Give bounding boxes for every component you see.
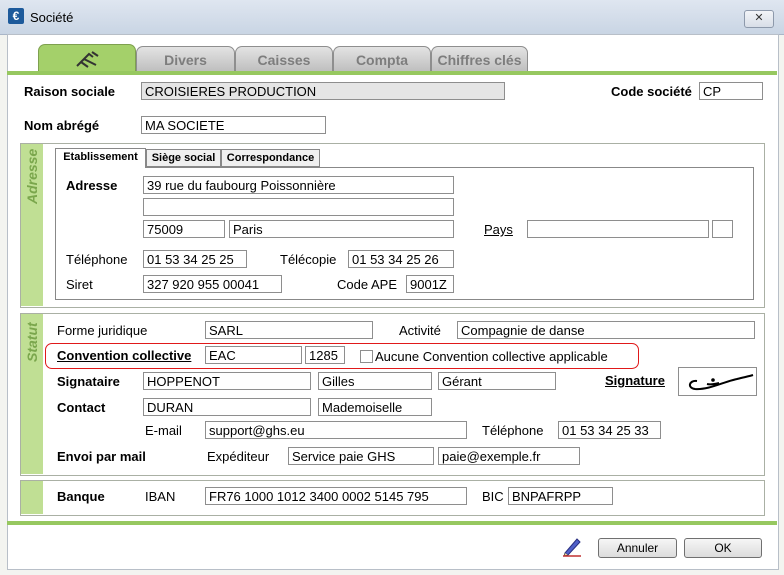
activite-label: Activité xyxy=(399,323,441,338)
siret-label: Siret xyxy=(66,277,93,292)
adresse-line2-field[interactable] xyxy=(143,198,454,216)
contact-civilite-field[interactable]: Mademoiselle xyxy=(318,398,432,416)
convention-link[interactable]: Convention collective xyxy=(57,348,191,363)
telecopie-label: Télécopie xyxy=(280,252,337,267)
siret-field[interactable]: 327 920 955 00041 xyxy=(143,275,282,293)
adresse-line1-field[interactable]: 39 rue du faubourg Poissonnière xyxy=(143,176,454,194)
contact-telephone-field[interactable]: 01 53 34 25 33 xyxy=(558,421,661,439)
subtab-etablissement[interactable]: Etablissement xyxy=(55,148,146,168)
code-societe-field[interactable]: CP xyxy=(699,82,763,100)
activite-field[interactable]: Compagnie de danse xyxy=(457,321,755,339)
signataire-prenom-field[interactable]: Gilles xyxy=(318,372,432,390)
forme-juridique-field[interactable]: SARL xyxy=(205,321,373,339)
telecopie-field[interactable]: 01 53 34 25 26 xyxy=(348,250,454,268)
statut-section-label: Statut xyxy=(24,322,40,362)
tab-general[interactable] xyxy=(38,44,136,73)
code-postal-field[interactable]: 75009 xyxy=(143,220,225,238)
signataire-qualite-field[interactable]: Gérant xyxy=(438,372,556,390)
adresse-label: Adresse xyxy=(66,178,118,193)
contact-label: Contact xyxy=(57,400,106,415)
pencil-icon xyxy=(563,538,581,557)
signature-image[interactable] xyxy=(678,367,757,396)
adresse-section-label: Adresse xyxy=(24,148,40,204)
convention-number-field[interactable]: 1285 xyxy=(305,346,345,364)
bic-label: BIC xyxy=(482,489,504,504)
title-bar xyxy=(0,0,784,35)
signature-drawing xyxy=(689,374,754,391)
subtab-correspondance[interactable]: Correspondance xyxy=(221,149,320,167)
contact-nom-field[interactable]: DURAN xyxy=(143,398,311,416)
convention-code-field[interactable]: EAC xyxy=(205,346,302,364)
tab-caisses[interactable]: Caisses xyxy=(235,46,333,73)
signature-link[interactable]: Signature xyxy=(605,373,665,388)
telephone-field[interactable]: 01 53 34 25 25 xyxy=(143,250,247,268)
forme-juridique-label: Forme juridique xyxy=(57,323,148,338)
aucune-convention-checkbox[interactable] xyxy=(360,350,373,363)
signataire-label: Signataire xyxy=(57,374,120,389)
tab-divers[interactable]: Divers xyxy=(136,46,235,73)
banque-label: Banque xyxy=(57,489,105,504)
edit-pencil-icon[interactable] xyxy=(561,535,583,557)
iban-field[interactable]: FR76 1000 1012 3400 0002 5145 795 xyxy=(205,487,467,505)
banque-sidebar xyxy=(21,481,43,514)
ville-field[interactable]: Paris xyxy=(229,220,454,238)
window-title: Société xyxy=(30,10,74,25)
close-button[interactable]: ✕ xyxy=(744,10,774,28)
ok-button[interactable]: OK xyxy=(684,538,762,558)
telephone-label: Téléphone xyxy=(66,252,128,267)
pays-link[interactable]: Pays xyxy=(484,222,513,237)
code-ape-field[interactable]: 9001Z xyxy=(406,275,454,293)
pays-code-field[interactable] xyxy=(712,220,733,238)
raison-sociale-label: Raison sociale xyxy=(24,84,116,99)
aucune-convention-label: Aucune Convention collective applicable xyxy=(375,349,608,364)
footer-divider xyxy=(7,521,777,525)
iban-label: IBAN xyxy=(145,489,176,504)
beach-chair-icon xyxy=(76,51,99,68)
expediteur-label: Expéditeur xyxy=(207,449,270,464)
cancel-button[interactable]: Annuler xyxy=(598,538,677,558)
bic-field[interactable]: BNPAFRPP xyxy=(508,487,613,505)
contact-telephone-label: Téléphone xyxy=(482,423,544,438)
code-societe-label: Code société xyxy=(611,84,692,99)
tab-compta[interactable]: Compta xyxy=(333,46,431,73)
pays-field[interactable] xyxy=(527,220,709,238)
tab-chiffres-cles[interactable]: Chiffres clés xyxy=(431,46,528,73)
subtab-siege-social[interactable]: Siège social xyxy=(146,149,221,167)
expediteur-email-field[interactable]: paie@exemple.fr xyxy=(438,447,580,465)
email-label: E-mail xyxy=(145,423,182,438)
envoi-mail-label: Envoi par mail xyxy=(57,449,146,464)
tab-underline xyxy=(7,71,777,75)
expediteur-nom-field[interactable]: Service paie GHS xyxy=(288,447,434,465)
raison-sociale-field[interactable]: CROISIERES PRODUCTION xyxy=(141,82,505,100)
app-icon: € xyxy=(8,8,24,24)
signataire-nom-field[interactable]: HOPPENOT xyxy=(143,372,311,390)
email-field[interactable]: support@ghs.eu xyxy=(205,421,467,439)
nom-abrege-label: Nom abrégé xyxy=(24,118,100,133)
nom-abrege-field[interactable]: MA SOCIETE xyxy=(141,116,326,134)
code-ape-label: Code APE xyxy=(337,277,397,292)
close-icon: ✕ xyxy=(754,12,764,24)
